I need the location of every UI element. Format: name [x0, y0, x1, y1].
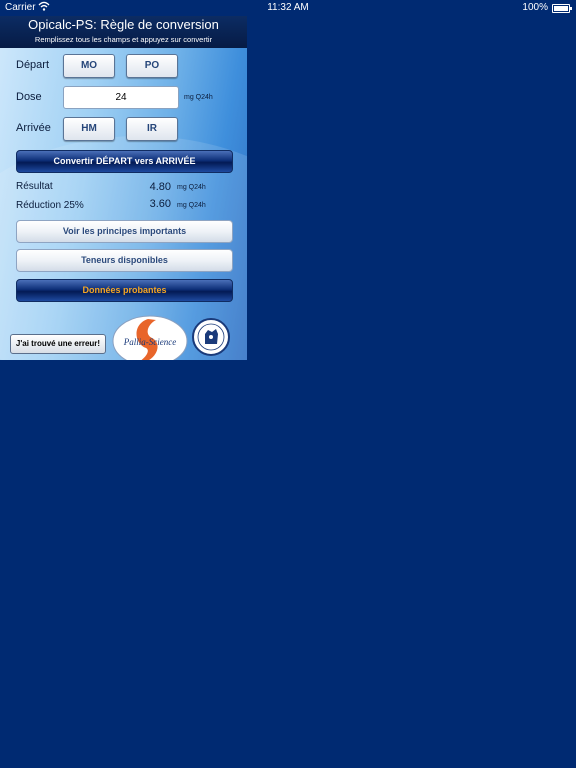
battery-percent: 100% — [522, 2, 548, 13]
resultat-value: 4.80 — [149, 181, 171, 193]
reduction-unit: mg Q24h — [177, 202, 206, 209]
page-title: Opicalc-PS: Règle de conversion — [28, 17, 219, 32]
status-bar: Carrier 11:32 AM 100% — [0, 0, 576, 16]
pallia-logo-text: Pallia-Science — [123, 337, 176, 347]
convert-button[interactable]: Convertir DÉPART vers ARRIVÉE — [16, 150, 233, 173]
arrivee-ir-button[interactable]: IR — [126, 117, 178, 141]
dose-unit: mg Q24h — [184, 94, 213, 101]
teneurs-button[interactable]: Teneurs disponibles — [16, 249, 233, 272]
arrivee-label: Arrivée — [16, 122, 51, 134]
reduction-label: Réduction 25% — [16, 200, 84, 211]
dose-label: Dose — [16, 91, 42, 103]
clock: 11:32 AM — [267, 2, 309, 13]
battery-icon — [552, 4, 572, 13]
depart-mo-button[interactable]: MO — [63, 54, 115, 78]
conversion-panel: Opicalc-PS: Règle de conversion Rempliss… — [0, 16, 247, 360]
report-error-button[interactable]: J'ai trouvé une erreur! — [10, 334, 106, 354]
pallia-science-logo[interactable]: Pallia-Science — [112, 314, 188, 360]
depart-po-button[interactable]: PO — [126, 54, 178, 78]
resultat-label: Résultat — [16, 181, 53, 192]
arrivee-hm-button[interactable]: HM — [63, 117, 115, 141]
depart-label: Départ — [16, 59, 50, 71]
principles-button[interactable]: Voir les principes importants — [16, 220, 233, 243]
page-subtitle: Remplissez tous les champs et appuyez su… — [34, 35, 213, 44]
resultat-unit: mg Q24h — [177, 184, 206, 191]
reduction-value: 3.60 — [149, 198, 171, 210]
app-header: Opicalc-PS: Règle de conversion Rempliss… — [0, 16, 247, 48]
donnees-button[interactable]: Données probantes — [16, 279, 233, 302]
dose-input[interactable]: 24 — [63, 86, 179, 109]
seal-logo — [192, 318, 230, 356]
